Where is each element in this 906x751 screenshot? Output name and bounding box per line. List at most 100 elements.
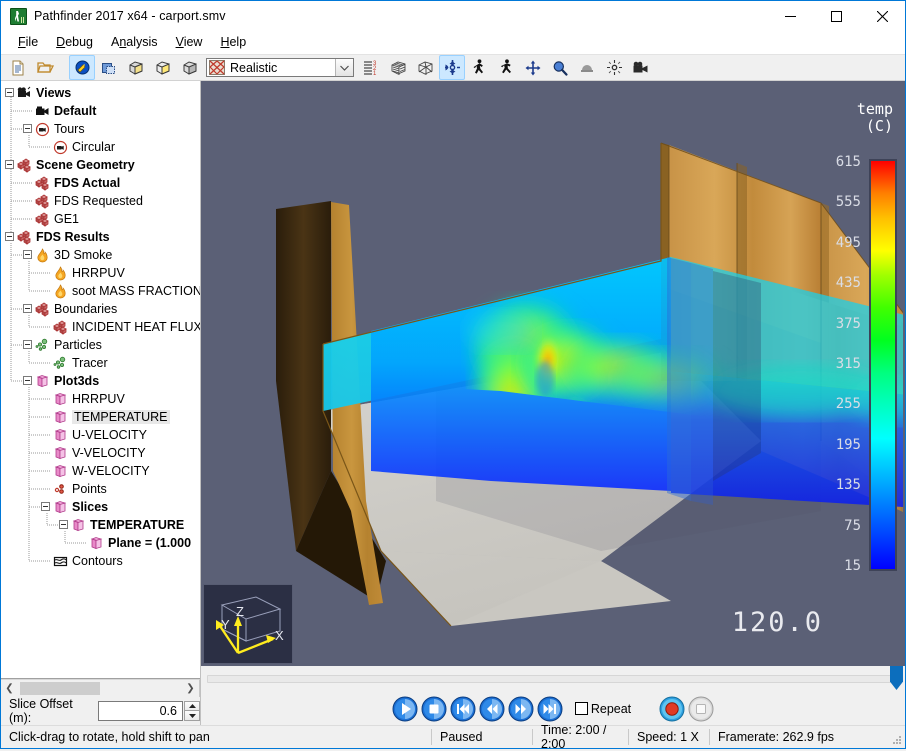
slice-offset-stepper[interactable]	[98, 701, 200, 721]
tree-expander-boundaries[interactable]	[23, 304, 32, 313]
spin-down-icon[interactable]	[184, 711, 200, 721]
maximize-button[interactable]	[813, 1, 859, 31]
tree-expander-scene-geometry[interactable]	[5, 160, 14, 169]
tree-item-plane[interactable]: Plane = (1.000	[89, 534, 191, 552]
scroll-track[interactable]	[18, 680, 182, 697]
repeat-checkbox-group[interactable]: Repeat	[574, 702, 631, 716]
wireframe-mesh-icon[interactable]	[385, 55, 411, 80]
dome-view-icon[interactable]	[574, 55, 600, 80]
tree-item-slices[interactable]: Slices	[53, 498, 108, 516]
tree-item-default[interactable]: Default	[35, 102, 96, 120]
box-gray-icon[interactable]	[177, 55, 203, 80]
tree-item-contours[interactable]: Contours	[53, 552, 123, 570]
step-back-button[interactable]	[479, 696, 505, 722]
slice-offset-input[interactable]	[98, 701, 183, 721]
tree-expander-slices[interactable]	[41, 502, 50, 511]
menu-analysis[interactable]: Analysis	[102, 33, 167, 51]
tree-item-tours[interactable]: Tours	[35, 120, 85, 138]
tree-item-plot3ds[interactable]: Plot3ds	[35, 372, 99, 390]
skip-to-end-button[interactable]	[537, 696, 563, 722]
center-target-icon[interactable]	[601, 55, 627, 80]
camera-icon	[17, 86, 32, 101]
orbit-tool-icon[interactable]	[439, 55, 465, 80]
slice-offset-spin-buttons	[184, 701, 200, 721]
skip-to-start-button[interactable]	[450, 696, 476, 722]
camera-movie-icon[interactable]	[628, 55, 654, 80]
stop-button[interactable]	[421, 696, 447, 722]
step-forward-button[interactable]	[508, 696, 534, 722]
tree-horizontal-scrollbar[interactable]: ❮ ❯	[1, 679, 200, 697]
time-slider-thumb[interactable]	[890, 666, 903, 690]
tree-item-particles[interactable]: Particles	[35, 336, 102, 354]
time-slider-track[interactable]	[207, 666, 903, 690]
tree-item-hrrpuv-smoke[interactable]: HRRPUV	[53, 264, 125, 282]
slice-offset-row: Slice Offset (m):	[1, 697, 200, 725]
3d-scene[interactable]	[201, 81, 903, 666]
tree-item-incident-heat-flux[interactable]: INCIDENT HEAT FLUX	[53, 318, 200, 336]
tree-item-v-velocity[interactable]: V-VELOCITY	[53, 444, 146, 462]
tree-expander-fds-results[interactable]	[5, 232, 14, 241]
tree-item-points[interactable]: Points	[53, 480, 107, 498]
tree-item-slices-temperature[interactable]: TEMPERATURE	[71, 516, 184, 534]
tree-item-w-velocity[interactable]: W-VELOCITY	[53, 462, 150, 480]
menu-help[interactable]: Help	[211, 33, 255, 51]
walk-person-icon[interactable]	[466, 55, 492, 80]
tree-item-temperature-plot3d[interactable]: TEMPERATURE	[53, 408, 170, 426]
run-person-icon[interactable]	[493, 55, 519, 80]
record-stop-button[interactable]	[688, 696, 714, 722]
3d-viewport[interactable]: temp (C) 615 555 495 435 375 315 255 195 135 75 15…	[201, 81, 905, 666]
object-tree[interactable]: Views Default Tours Circular Scene Geometry F…	[1, 81, 200, 679]
pan-tool-icon[interactable]	[520, 55, 546, 80]
tree-item-fds-actual[interactable]: FDS Actual	[35, 174, 120, 192]
tree-expander-views[interactable]	[5, 88, 14, 97]
tree-expander-3d-smoke[interactable]	[23, 250, 32, 259]
tree-item-views[interactable]: Views	[17, 84, 71, 102]
layers-order-icon[interactable]: 3 2 1	[358, 55, 384, 80]
status-state: Paused	[440, 730, 483, 744]
play-button[interactable]	[392, 696, 418, 722]
scroll-thumb[interactable]	[20, 682, 100, 695]
scroll-right-arrow-icon[interactable]: ❯	[182, 680, 199, 697]
box-shaded-icon[interactable]	[123, 55, 149, 80]
chevron-down-icon[interactable]	[335, 59, 353, 76]
tree-expander-plot3ds[interactable]	[23, 376, 32, 385]
colorbar-tick-15: 15	[844, 558, 861, 574]
record-button[interactable]	[659, 696, 685, 722]
render-mode-icon[interactable]	[69, 55, 95, 80]
repeat-checkbox[interactable]	[574, 702, 588, 715]
close-button[interactable]	[859, 1, 905, 31]
tree-expander-slices-temperature[interactable]	[59, 520, 68, 529]
spin-up-icon[interactable]	[184, 701, 200, 711]
time-slider[interactable]	[201, 666, 905, 692]
tree-item-fds-requested[interactable]: FDS Requested	[35, 192, 143, 210]
tree-item-ge1[interactable]: GE1	[35, 210, 79, 228]
tree-expander-tours[interactable]	[23, 124, 32, 133]
axis-label-y: Y	[221, 617, 230, 632]
open-folder-icon[interactable]	[32, 55, 58, 80]
tree-item-3d-smoke[interactable]: 3D Smoke	[35, 246, 112, 264]
tree-item-scene-geometry[interactable]: Scene Geometry	[17, 156, 135, 174]
menu-debug[interactable]: Debug	[47, 33, 102, 51]
slice-plane-icon	[53, 500, 68, 515]
tree-item-u-velocity[interactable]: U-VELOCITY	[53, 426, 147, 444]
tree-item-soot-mass-fraction[interactable]: soot MASS FRACTION	[53, 282, 200, 300]
blueprint-view-icon[interactable]	[96, 55, 122, 80]
scroll-left-arrow-icon[interactable]: ❮	[1, 680, 18, 697]
tree-expander-particles[interactable]	[23, 340, 32, 349]
wireframe-outline-icon[interactable]	[412, 55, 438, 80]
zoom-magnifier-icon[interactable]	[547, 55, 573, 80]
tree-item-circular[interactable]: Circular	[53, 138, 115, 156]
tree-item-fds-results[interactable]: FDS Results	[17, 228, 110, 246]
new-document-icon[interactable]	[5, 55, 31, 80]
render-mode-combo[interactable]: Realistic	[206, 58, 354, 77]
minimize-button[interactable]	[767, 1, 813, 31]
resize-grip-icon[interactable]	[891, 734, 903, 746]
menu-file[interactable]: File	[9, 33, 47, 51]
box-yellow-icon[interactable]	[150, 55, 176, 80]
tree-item-tracer[interactable]: Tracer	[53, 354, 108, 372]
tree-item-boundaries[interactable]: Boundaries	[35, 300, 117, 318]
menu-view[interactable]: View	[167, 33, 212, 51]
tree-item-label: U-VELOCITY	[72, 428, 148, 442]
tree-item-hrrpuv-plot3d[interactable]: HRRPUV	[53, 390, 125, 408]
axis-label-z: Z	[236, 604, 244, 619]
